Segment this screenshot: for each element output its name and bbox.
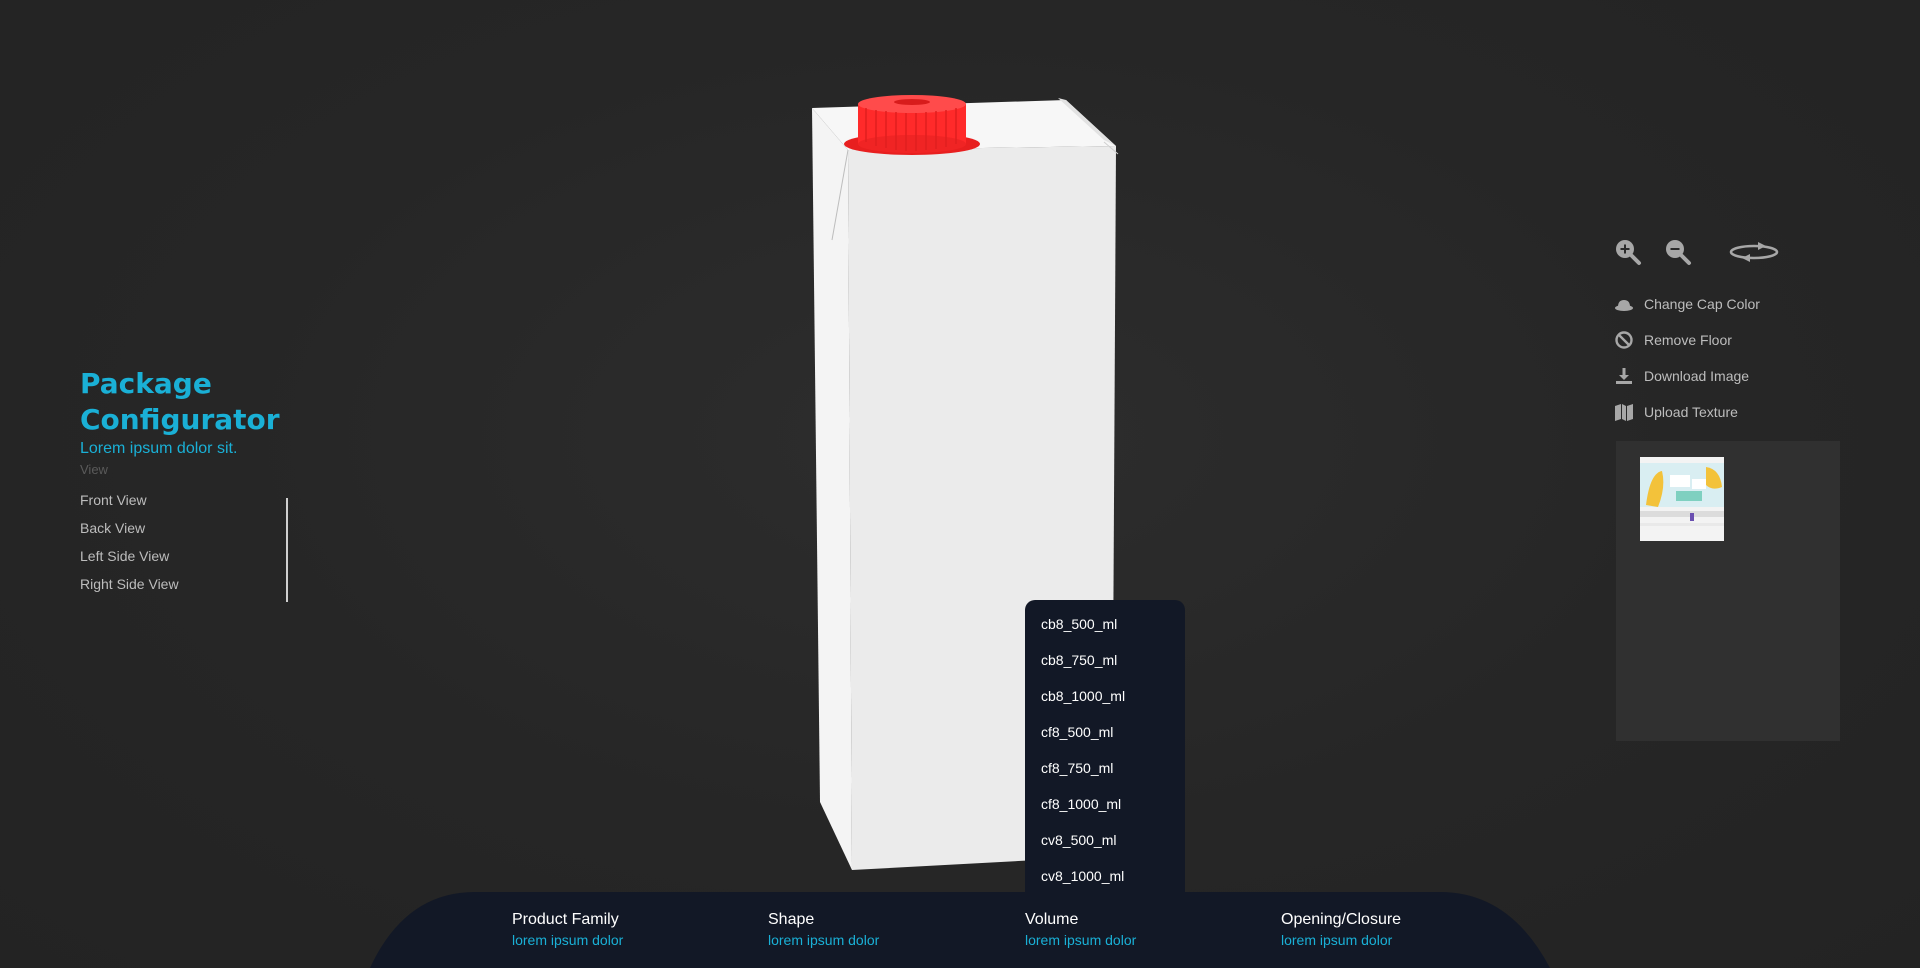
action-list: Change Cap Color Remove Floor Download I… (1614, 286, 1780, 430)
zoom-in-icon[interactable] (1614, 238, 1642, 266)
bottom-config-bar (0, 890, 1920, 968)
left-side-view-button[interactable]: Left Side View (80, 547, 380, 575)
shape-value: lorem ipsum dolor (768, 932, 880, 948)
app-title: Package Configurator (80, 367, 280, 436)
cap (844, 95, 980, 155)
bottom-bar-shape (370, 892, 1550, 968)
view-list: Front View Back View Left Side View Righ… (80, 491, 380, 603)
cap-icon (1615, 300, 1633, 311)
map-icon (1615, 404, 1633, 421)
volume-option[interactable]: cf8_1000_ml (1025, 794, 1185, 830)
right-side-view-button[interactable]: Right Side View (80, 575, 380, 603)
product-family-selector[interactable]: Product Family lorem ipsum dolor (512, 910, 623, 950)
volume-option[interactable]: cf8_750_ml (1025, 758, 1185, 794)
remove-floor-button[interactable]: Remove Floor (1614, 322, 1780, 358)
texture-panel (1616, 441, 1840, 741)
opening-closure-selector[interactable]: Opening/Closure lorem ipsum dolor (1281, 910, 1401, 950)
product-family-title: Product Family (512, 911, 619, 928)
opening-closure-value: lorem ipsum dolor (1281, 932, 1393, 948)
front-view-button[interactable]: Front View (80, 491, 380, 519)
volume-option[interactable]: cv8_1000_ml (1025, 866, 1185, 902)
upload-texture-label: Upload Texture (1644, 404, 1738, 420)
upload-texture-button[interactable]: Upload Texture (1614, 394, 1780, 430)
texture-preview-image (1640, 457, 1724, 541)
volume-option[interactable]: cb8_1000_ml (1025, 686, 1185, 722)
volume-dropdown: cb8_500_ml cb8_750_ml cb8_1000_ml cf8_50… (1025, 600, 1185, 900)
change-cap-color-button[interactable]: Change Cap Color (1614, 286, 1780, 322)
volume-option[interactable]: cb8_500_ml (1025, 614, 1185, 650)
volume-option[interactable]: cv8_500_ml (1025, 830, 1185, 866)
change-cap-color-label: Change Cap Color (1644, 296, 1760, 312)
rotate-icon[interactable] (1728, 238, 1780, 266)
texture-thumbnail[interactable] (1640, 457, 1724, 541)
view-controls (1614, 238, 1780, 266)
download-icon (1616, 368, 1632, 384)
shape-selector[interactable]: Shape lorem ipsum dolor (768, 910, 879, 950)
download-image-button[interactable]: Download Image (1614, 358, 1780, 394)
view-section-label: View (80, 462, 108, 477)
zoom-out-icon[interactable] (1664, 238, 1692, 266)
volume-selector[interactable]: Volume lorem ipsum dolor (1025, 910, 1136, 950)
product-family-value: lorem ipsum dolor (512, 932, 624, 948)
remove-floor-label: Remove Floor (1644, 332, 1732, 348)
view-divider (286, 498, 288, 602)
volume-value: lorem ipsum dolor (1025, 932, 1137, 948)
app-subtitle: Lorem ipsum dolor sit. (80, 440, 238, 457)
download-image-label: Download Image (1644, 368, 1750, 384)
left-panel: Package Configurator Lorem ipsum dolor s… (80, 366, 380, 603)
shape-title: Shape (768, 911, 815, 928)
back-view-button[interactable]: Back View (80, 519, 380, 547)
volume-title: Volume (1025, 911, 1079, 928)
volume-option[interactable]: cf8_500_ml (1025, 722, 1185, 758)
tool-panel: Change Cap Color Remove Floor Download I… (1614, 238, 1780, 430)
opening-closure-title: Opening/Closure (1281, 911, 1402, 928)
ban-icon (1615, 331, 1633, 349)
volume-option[interactable]: cb8_750_ml (1025, 650, 1185, 686)
